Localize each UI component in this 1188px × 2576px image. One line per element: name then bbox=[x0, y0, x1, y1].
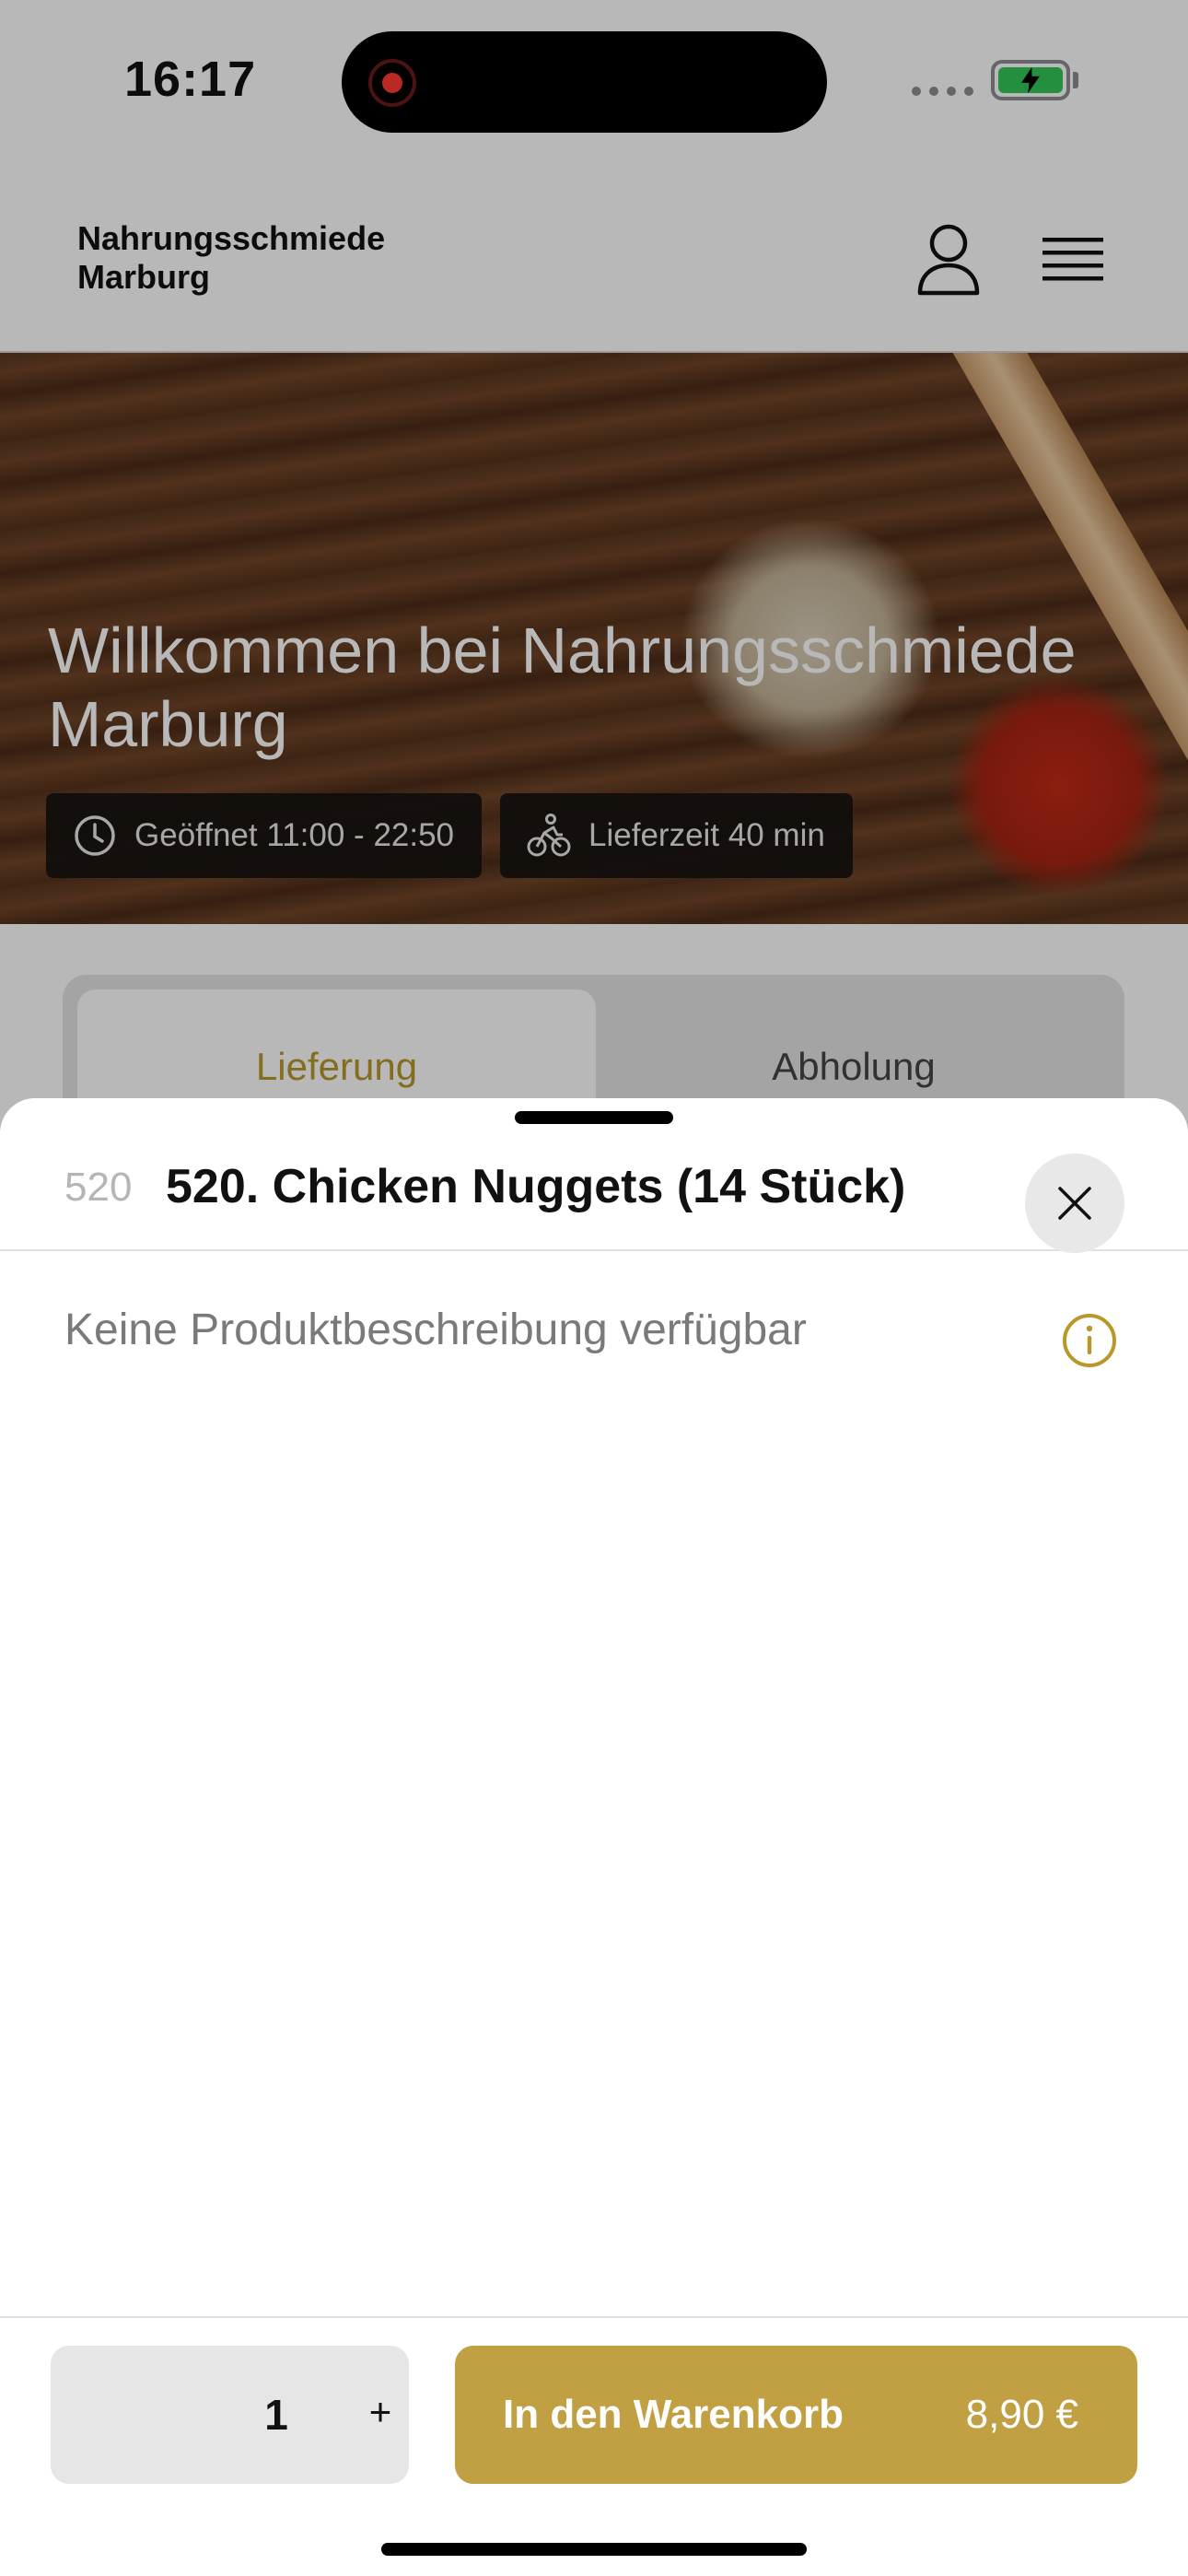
quantity-plus-button[interactable]: + bbox=[362, 2390, 399, 2434]
sheet-grabber[interactable] bbox=[515, 1111, 673, 1124]
add-to-cart-label: In den Warenkorb bbox=[503, 2392, 844, 2437]
product-description: Keine Produktbeschreibung verfügbar bbox=[64, 1306, 807, 1354]
product-bottom-sheet: 520 520. Chicken Nuggets (14 Stück) Kein… bbox=[0, 1098, 1188, 2576]
product-number: 520 bbox=[64, 1165, 133, 1210]
close-icon bbox=[1058, 1187, 1091, 1220]
quantity-value: 1 bbox=[264, 2391, 288, 2439]
home-indicator[interactable] bbox=[381, 2543, 807, 2556]
close-button[interactable] bbox=[1025, 1153, 1124, 1253]
info-icon[interactable] bbox=[1061, 1312, 1118, 1369]
product-header: 520 520. Chicken Nuggets (14 Stück) bbox=[0, 1126, 1188, 1253]
quantity-stepper: 1 + bbox=[51, 2346, 409, 2484]
add-to-cart-button[interactable]: In den Warenkorb 8,90 € bbox=[455, 2346, 1137, 2484]
product-title: 520. Chicken Nuggets (14 Stück) bbox=[166, 1160, 906, 1213]
sheet-footer: 1 + In den Warenkorb 8,90 € bbox=[0, 2316, 1188, 2576]
product-price: 8,90 € bbox=[965, 2392, 1078, 2437]
